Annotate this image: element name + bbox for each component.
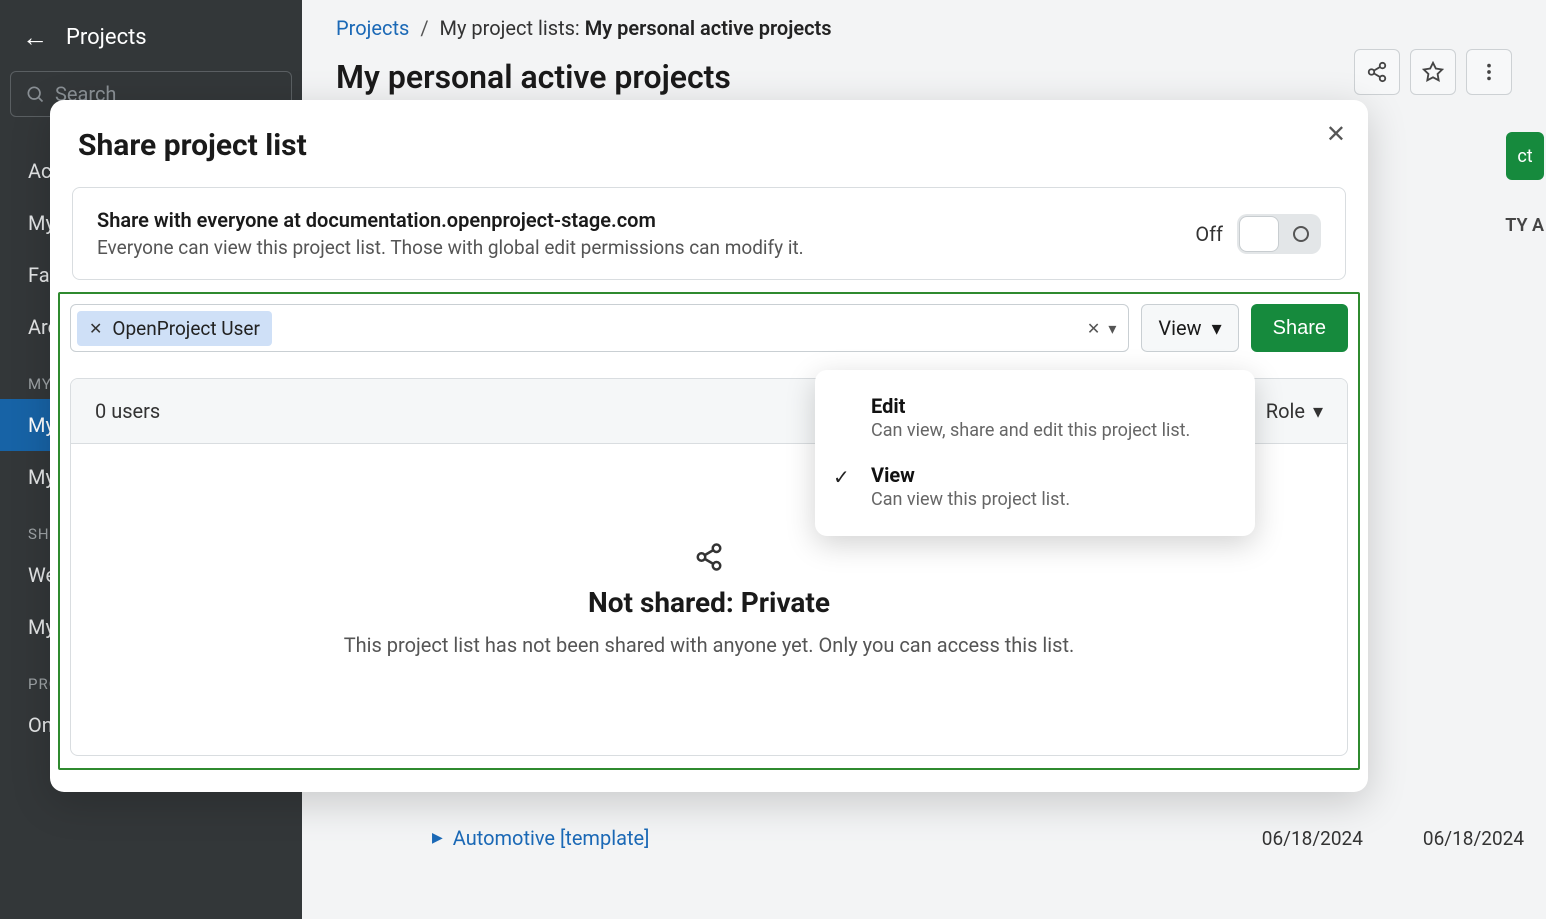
share-everyone-text: Share with everyone at documentation.ope… — [97, 208, 804, 259]
role-column-header[interactable]: Role ▾ — [1266, 399, 1323, 423]
breadcrumb: Projects / My project lists: My personal… — [302, 0, 1546, 40]
share-everyone-panel: Share with everyone at documentation.ope… — [72, 187, 1346, 280]
chevron-down-icon[interactable]: ▾ — [1108, 319, 1116, 338]
breadcrumb-leaf: My personal active projects — [585, 16, 832, 40]
user-select-input[interactable]: ✕ OpenProject User ✕ ▾ — [70, 304, 1129, 352]
role-option-title: Edit — [871, 394, 1231, 418]
sidebar-title: Projects — [66, 25, 147, 50]
role-option-view[interactable]: ✓ View Can view this project list. — [815, 453, 1255, 522]
role-dropdown-button[interactable]: View ▾ — [1141, 304, 1238, 352]
share-everyone-title: Share with everyone at documentation.ope… — [97, 208, 804, 232]
breadcrumb-projects-link[interactable]: Projects — [336, 16, 409, 40]
users-count: 0 users — [95, 399, 160, 423]
role-column-label: Role — [1266, 399, 1305, 423]
project-name-link[interactable]: Automotive [template] — [453, 826, 650, 850]
share-everyone-desc: Everyone can view this project list. Tho… — [97, 236, 804, 259]
role-option-desc: Can view, share and edit this project li… — [871, 420, 1231, 441]
page-title: My personal active projects — [336, 58, 731, 96]
share-button[interactable]: Share — [1251, 304, 1348, 352]
close-icon[interactable]: ✕ — [1326, 120, 1346, 148]
role-option-title: View — [871, 463, 1231, 487]
toggle-knob — [1239, 216, 1279, 252]
role-dropdown-menu: Edit Can view, share and edit this proje… — [815, 370, 1255, 536]
clear-all-icon[interactable]: ✕ — [1087, 319, 1100, 338]
page-actions — [1354, 49, 1512, 95]
breadcrumb-sep: / — [414, 16, 434, 40]
breadcrumb-mid: My project lists: — [440, 16, 580, 40]
chip-label: OpenProject User — [112, 317, 260, 340]
chevron-down-icon: ▾ — [1313, 399, 1323, 423]
role-option-edit[interactable]: Edit Can view, share and edit this proje… — [815, 384, 1255, 453]
invite-row: ✕ OpenProject User ✕ ▾ View ▾ Share — [70, 304, 1348, 352]
role-option-desc: Can view this project list. — [871, 489, 1231, 510]
check-icon: ✓ — [833, 465, 850, 489]
role-dropdown-label: View — [1158, 316, 1201, 340]
share-everyone-toggle-wrap: Off — [1195, 214, 1321, 254]
share-everyone-toggle[interactable] — [1237, 214, 1321, 254]
row-dates: 06/18/2024 06/18/2024 — [1262, 827, 1544, 850]
share-icon-button[interactable] — [1354, 49, 1400, 95]
sidebar-header: ← Projects — [0, 0, 302, 71]
row-date-1: 06/18/2024 — [1262, 827, 1363, 850]
page-head: My personal active projects — [302, 40, 1546, 96]
chip-remove-icon[interactable]: ✕ — [89, 319, 102, 338]
table-row[interactable]: ▶ Automotive [template] 06/18/2024 06/18… — [432, 812, 1544, 864]
table-column-header-partial: TY A — [1505, 215, 1544, 236]
expand-icon[interactable]: ▶ — [432, 830, 443, 846]
chevron-down-icon: ▾ — [1212, 316, 1222, 340]
not-shared-title: Not shared: Private — [588, 586, 830, 619]
add-project-button-partial[interactable]: ct — [1506, 132, 1544, 180]
search-icon — [25, 84, 45, 104]
not-shared-text: This project list has not been shared wi… — [344, 633, 1075, 657]
toggle-state-label: Off — [1195, 222, 1223, 246]
toggle-ring-icon — [1293, 226, 1309, 242]
select-controls: ✕ ▾ — [1087, 319, 1122, 338]
back-arrow-icon[interactable]: ← — [22, 22, 48, 53]
user-chip: ✕ OpenProject User — [77, 311, 272, 346]
modal-title: Share project list — [50, 100, 1368, 181]
share-icon — [694, 542, 724, 572]
row-date-2: 06/18/2024 — [1423, 827, 1524, 850]
kebab-menu-button[interactable] — [1466, 49, 1512, 95]
star-icon-button[interactable] — [1410, 49, 1456, 95]
